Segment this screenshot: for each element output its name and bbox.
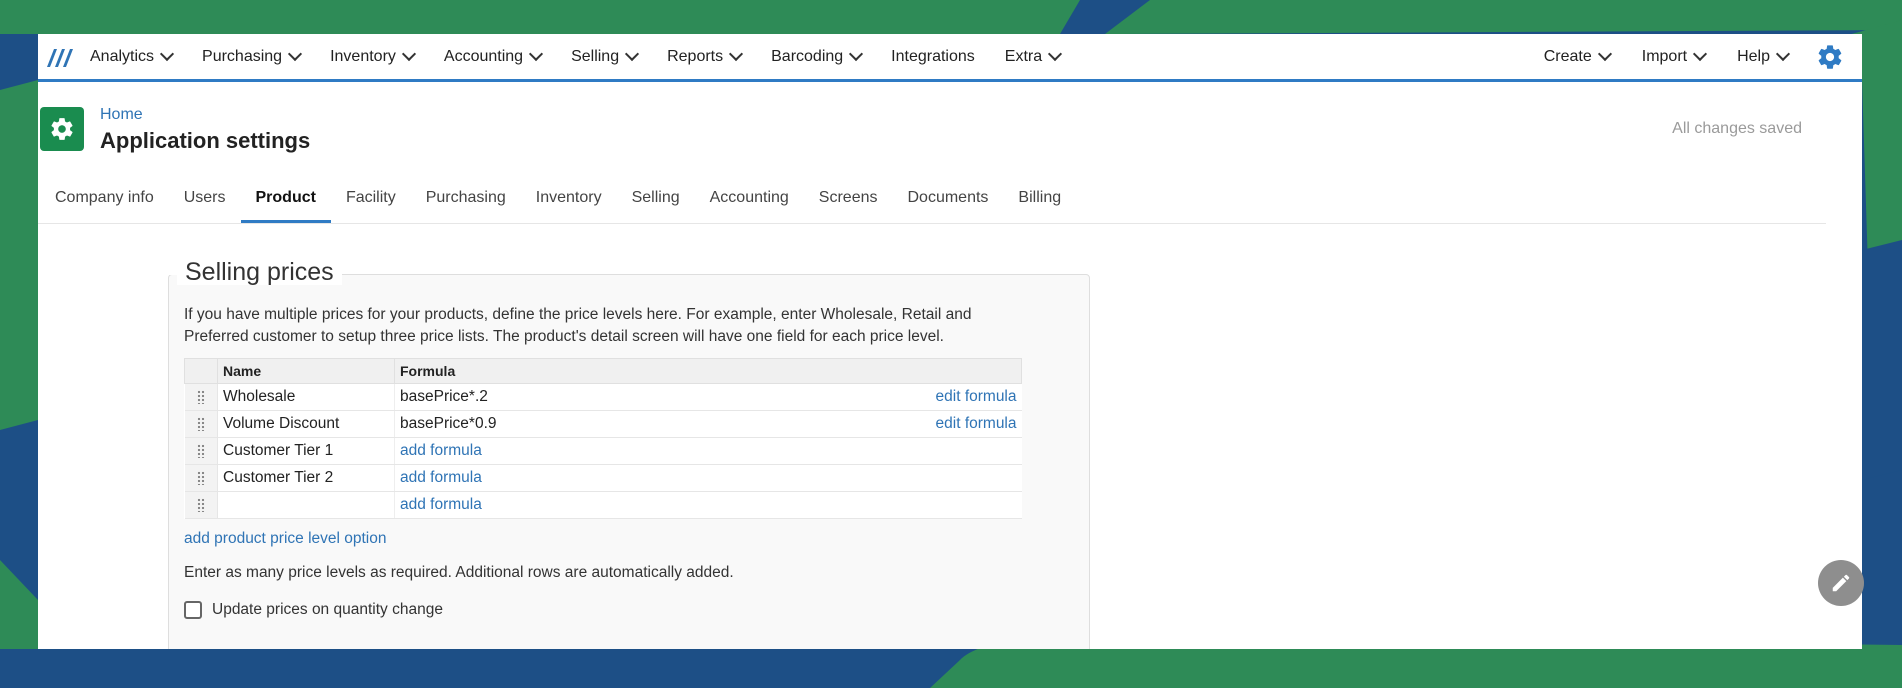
chevron-down-icon	[1597, 46, 1612, 62]
section-title: Selling prices	[177, 260, 342, 285]
drag-handle-icon[interactable]	[184, 410, 218, 438]
nav-extra[interactable]: Extra	[1005, 46, 1063, 66]
price-levels-hint: Enter as many price levels as required. …	[184, 564, 734, 581]
edit-pencil-icon[interactable]	[1818, 560, 1864, 606]
chevron-down-icon	[625, 46, 640, 62]
drag-column-header	[184, 358, 218, 384]
chevron-down-icon	[849, 46, 864, 62]
gear-icon[interactable]	[1816, 43, 1844, 71]
tab-selling[interactable]: Selling	[617, 180, 695, 220]
nav-inventory[interactable]: Inventory	[330, 46, 416, 66]
chevron-down-icon	[401, 46, 416, 62]
column-header-name: Name	[217, 358, 395, 384]
tab-billing[interactable]: Billing	[1003, 180, 1076, 220]
save-status: All changes saved	[1672, 120, 1802, 137]
edit-formula-link[interactable]: edit formula	[733, 410, 1022, 438]
table-row: add formula	[184, 491, 1022, 519]
app-window: Analytics Purchasing Inventory Accountin…	[38, 34, 1862, 649]
update-prices-label[interactable]: Update prices on quantity change	[212, 601, 443, 619]
nav-purchasing[interactable]: Purchasing	[202, 46, 303, 66]
nav-analytics[interactable]: Analytics	[90, 46, 175, 66]
drag-handle-icon[interactable]	[184, 437, 218, 465]
add-formula-link[interactable]: add formula	[400, 469, 482, 486]
settings-tabs: Company info Users Product Facility Purc…	[38, 180, 1826, 224]
tab-accounting[interactable]: Accounting	[695, 180, 804, 220]
price-level-name[interactable]: Customer Tier 1	[217, 437, 395, 465]
tab-screens[interactable]: Screens	[804, 180, 893, 220]
app-logo-icon[interactable]	[42, 42, 78, 72]
nav-right-group: Create Import Help	[1544, 34, 1844, 79]
update-prices-option: Update prices on quantity change	[184, 601, 443, 619]
price-level-name[interactable]: Wholesale	[217, 383, 395, 411]
nav-selling[interactable]: Selling	[571, 46, 640, 66]
chevron-down-icon	[729, 46, 744, 62]
nav-import[interactable]: Import	[1642, 46, 1708, 66]
chevron-down-icon	[159, 46, 175, 62]
nav-accounting[interactable]: Accounting	[444, 46, 544, 66]
nav-help[interactable]: Help	[1737, 46, 1791, 66]
nav-barcoding[interactable]: Barcoding	[771, 46, 864, 66]
chevron-down-icon	[1775, 46, 1791, 62]
drag-handle-icon[interactable]	[184, 491, 218, 519]
nav-integrations[interactable]: Integrations	[891, 48, 975, 66]
drag-handle-icon[interactable]	[184, 383, 218, 411]
settings-gear-icon	[40, 107, 84, 151]
nav-create[interactable]: Create	[1544, 46, 1612, 66]
add-formula-link[interactable]: add formula	[400, 496, 482, 513]
tab-inventory[interactable]: Inventory	[521, 180, 617, 220]
price-levels-table: Name Formula Wholesale basePrice*.2 edit…	[184, 358, 1022, 519]
table-header-row: Name Formula	[184, 358, 1022, 384]
tab-documents[interactable]: Documents	[893, 180, 1004, 220]
chevron-down-icon	[528, 46, 544, 62]
top-nav: Analytics Purchasing Inventory Accountin…	[38, 34, 1862, 82]
add-price-level-link[interactable]: add product price level option	[184, 530, 387, 548]
nav-reports[interactable]: Reports	[667, 46, 744, 66]
chevron-down-icon	[1048, 46, 1063, 62]
section-description: If you have multiple prices for your pro…	[184, 306, 972, 345]
column-header-formula: Formula	[394, 358, 1022, 384]
tab-facility[interactable]: Facility	[331, 180, 411, 220]
price-level-formula: basePrice*.2	[394, 383, 734, 411]
tab-company-info[interactable]: Company info	[38, 180, 169, 220]
table-row: Volume Discount basePrice*0.9 edit formu…	[184, 410, 1022, 438]
price-level-formula: basePrice*0.9	[394, 410, 734, 438]
tab-purchasing[interactable]: Purchasing	[411, 180, 521, 220]
chevron-down-icon	[288, 46, 303, 62]
table-row: Wholesale basePrice*.2 edit formula	[184, 383, 1022, 411]
add-formula-link[interactable]: add formula	[400, 442, 482, 459]
price-level-name[interactable]: Customer Tier 2	[217, 464, 395, 492]
chevron-down-icon	[1693, 46, 1708, 62]
price-level-name[interactable]	[217, 491, 395, 519]
breadcrumb-home[interactable]: Home	[100, 106, 143, 124]
drag-handle-icon[interactable]	[184, 464, 218, 492]
page-title: Application settings	[100, 128, 311, 153]
table-row: Customer Tier 1 add formula	[184, 437, 1022, 465]
update-prices-checkbox[interactable]	[184, 601, 202, 619]
edit-formula-link[interactable]: edit formula	[733, 383, 1022, 411]
table-row: Customer Tier 2 add formula	[184, 464, 1022, 492]
price-level-name[interactable]: Volume Discount	[217, 410, 395, 438]
tab-users[interactable]: Users	[169, 180, 241, 220]
tab-product[interactable]: Product	[240, 180, 332, 223]
